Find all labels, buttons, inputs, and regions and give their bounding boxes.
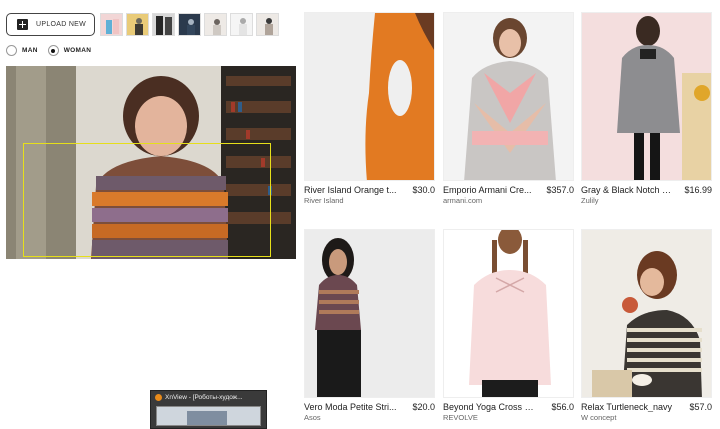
product-card[interactable]: Emporio Armani Cre... $357.0 armani.com xyxy=(443,12,574,205)
product-card[interactable]: Vero Moda Petite Stri... $20.0 Asos xyxy=(304,229,435,422)
xnview-icon xyxy=(155,394,162,401)
window-thumbnail[interactable] xyxy=(156,406,261,426)
taskbar-preview[interactable]: XnView - [Роботы-худож... xyxy=(150,390,267,429)
recent-uploads xyxy=(100,13,279,36)
product-image[interactable] xyxy=(581,229,712,398)
selection-box[interactable] xyxy=(23,143,271,257)
product-price: $20.0 xyxy=(412,402,435,412)
thumbnail-7[interactable] xyxy=(256,13,279,36)
product-image[interactable] xyxy=(443,229,574,398)
product-price: $357.0 xyxy=(546,185,574,195)
product-image[interactable] xyxy=(304,12,435,181)
thumbnail-2[interactable] xyxy=(126,13,149,36)
product-store: River Island xyxy=(304,196,344,205)
radio-checked-icon[interactable] xyxy=(47,45,59,56)
thumbnail-4[interactable] xyxy=(178,13,201,36)
taskbar-preview-title: XnView - [Роботы-худож... xyxy=(165,394,243,401)
product-name[interactable]: Beyond Yoga Cross M... xyxy=(443,402,537,412)
product-name[interactable]: Vero Moda Petite Stri... xyxy=(304,402,397,412)
product-store: Zulily xyxy=(581,196,599,205)
thumbnail-6[interactable] xyxy=(230,13,253,36)
product-card[interactable]: Relax Turtleneck_navy $57.0 W concept xyxy=(581,229,712,422)
gender-option-woman[interactable]: WOMAN xyxy=(47,45,92,56)
thumbnail-1[interactable] xyxy=(100,13,123,36)
product-image[interactable] xyxy=(443,12,574,181)
thumbnail-5[interactable] xyxy=(204,13,227,36)
plus-icon xyxy=(17,19,28,30)
product-store: Asos xyxy=(304,413,321,422)
gender-label-woman: WOMAN xyxy=(63,47,92,54)
radio-icon[interactable] xyxy=(6,45,17,56)
product-store: REVOLVE xyxy=(443,413,478,422)
product-card[interactable]: Gray & Black Notch N... $16.99 Zulily xyxy=(581,12,712,205)
product-price: $57.0 xyxy=(689,402,712,412)
upload-new-label: UPLOAD NEW xyxy=(36,21,87,28)
gender-option-man[interactable]: MAN xyxy=(6,45,38,56)
product-store: W concept xyxy=(581,413,617,422)
product-store: armani.com xyxy=(443,196,483,205)
product-price: $16.99 xyxy=(684,185,712,195)
product-name[interactable]: Gray & Black Notch N... xyxy=(581,185,675,195)
product-card[interactable]: Beyond Yoga Cross M... $56.0 REVOLVE xyxy=(443,229,574,422)
product-card[interactable]: River Island Orange t... $30.0 River Isla… xyxy=(304,12,435,205)
thumbnail-3[interactable] xyxy=(152,13,175,36)
gender-selector: MAN WOMAN xyxy=(6,45,101,56)
product-price: $56.0 xyxy=(551,402,574,412)
uploaded-photo xyxy=(6,66,296,259)
gender-label-man: MAN xyxy=(22,47,38,54)
product-name[interactable]: River Island Orange t... xyxy=(304,185,397,195)
product-image[interactable] xyxy=(304,229,435,398)
product-price: $30.0 xyxy=(412,185,435,195)
product-image[interactable] xyxy=(581,12,712,181)
product-name[interactable]: Emporio Armani Cre... xyxy=(443,185,532,195)
product-name[interactable]: Relax Turtleneck_navy xyxy=(581,402,672,412)
upload-new-button[interactable]: UPLOAD NEW xyxy=(6,13,95,36)
